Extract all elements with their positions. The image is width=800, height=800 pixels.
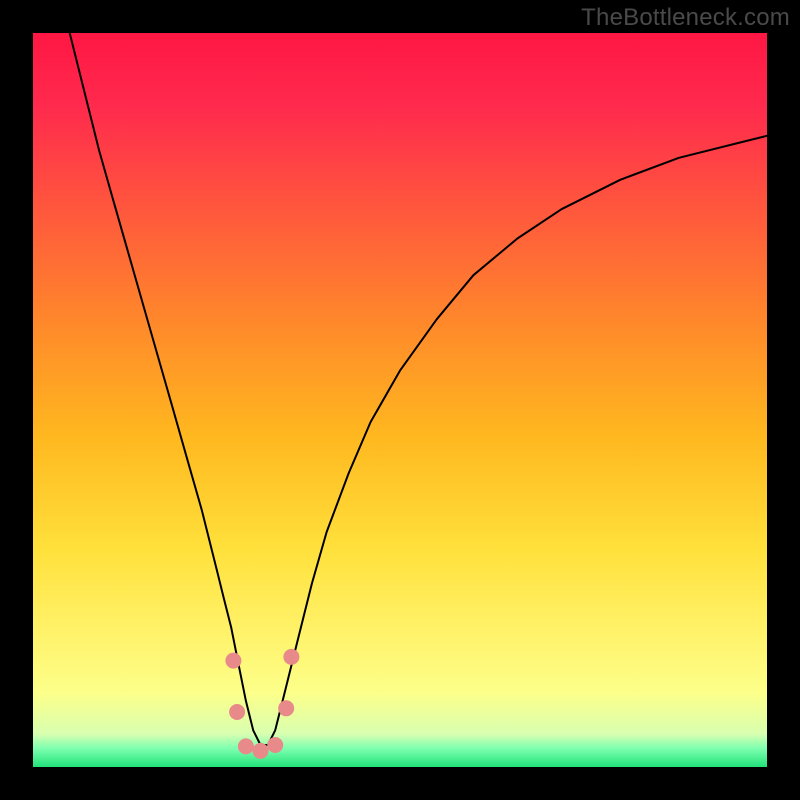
marker-left-upper [225,653,241,669]
marker-right-upper [283,649,299,665]
chart-canvas [0,0,800,800]
marker-bottom-a [238,738,254,754]
watermark-text: TheBottleneck.com [581,4,790,32]
marker-right-lower [278,700,294,716]
plot-background [33,33,767,767]
marker-bottom-b [253,743,269,759]
marker-bottom-c [267,737,283,753]
marker-left-lower [229,704,245,720]
